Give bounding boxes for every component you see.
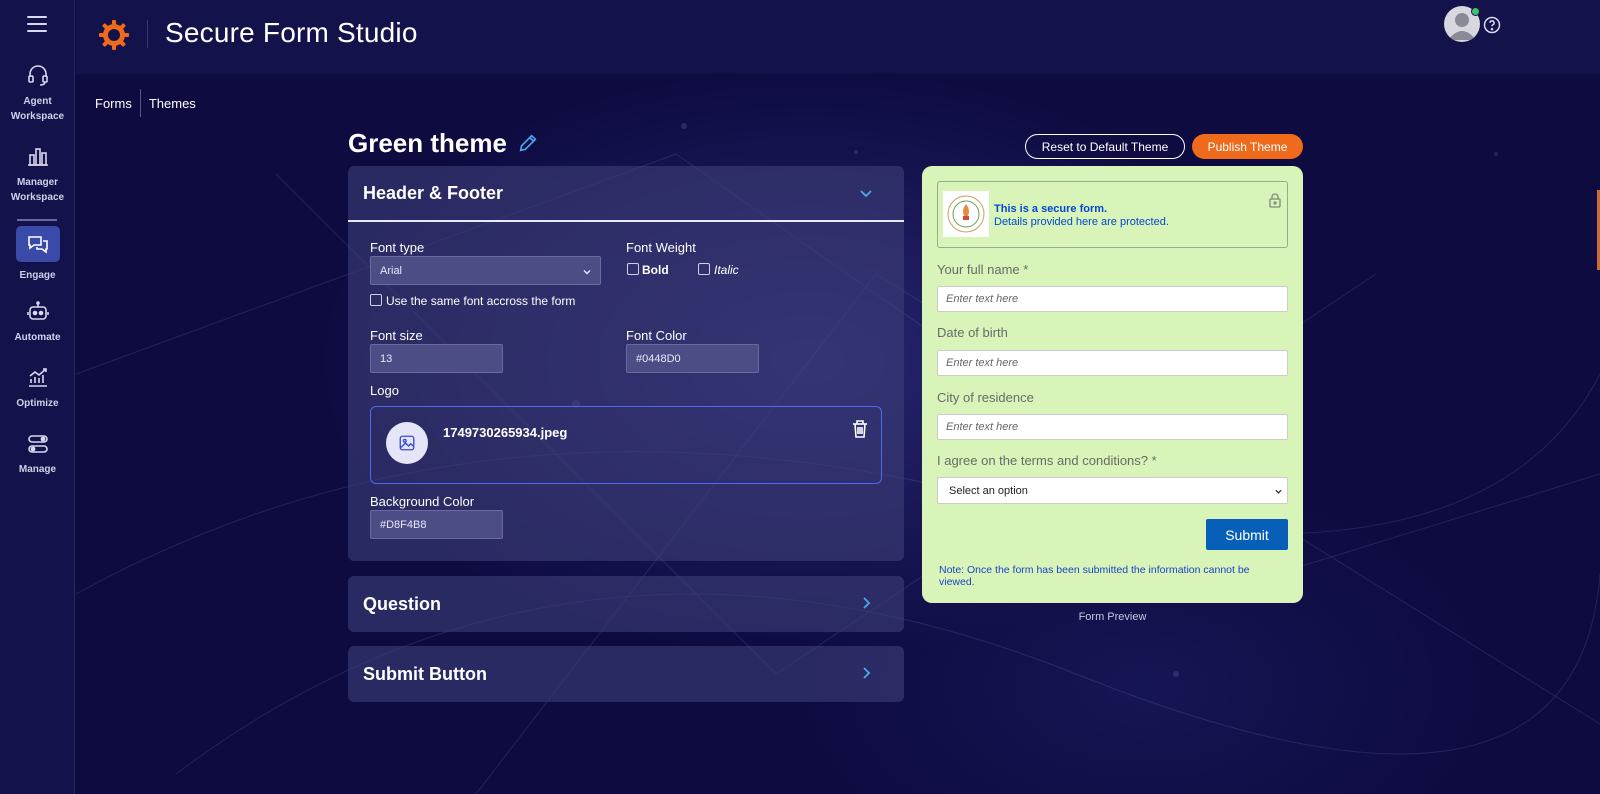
form-preview: This is a secure form. Details provided … [922, 166, 1303, 603]
preview-city-input[interactable]: Enter text here [937, 414, 1288, 440]
preview-select-value: Select an option [949, 484, 1028, 497]
background-color-input[interactable]: #D8F4B8 [370, 510, 503, 539]
font-color-input[interactable]: #0448D0 [626, 344, 759, 373]
image-icon [399, 435, 415, 451]
font-type-select[interactable]: Arial [370, 256, 601, 285]
breadcrumb-themes[interactable]: Themes [149, 96, 196, 111]
preview-question-terms: I agree on the terms and conditions? * [937, 453, 1157, 468]
chevron-down-icon [1275, 489, 1282, 494]
sidebar-item-manage[interactable]: Manage [0, 432, 75, 477]
lock-icon [1269, 193, 1281, 208]
preview-secure-title: This is a secure form. [994, 203, 1108, 215]
pencil-edit-icon[interactable] [517, 132, 539, 154]
logo-thumbnail [386, 422, 428, 464]
breadcrumb-separator [139, 89, 141, 117]
question-accordion-header[interactable]: Question [348, 576, 904, 632]
header-footer-accordion-header[interactable]: Header & Footer [348, 166, 904, 222]
online-status-badge [1471, 7, 1480, 16]
preview-header: This is a secure form. Details provided … [937, 181, 1288, 248]
preview-question-full-name: Your full name * [937, 262, 1029, 277]
bar-chart-icon [27, 148, 48, 166]
logo-seal-icon [947, 195, 985, 233]
submit-button-accordion-header[interactable]: Submit Button [348, 646, 904, 702]
preview-logo [943, 191, 989, 237]
hamburger-menu-icon[interactable] [27, 16, 47, 32]
italic-checkbox[interactable] [698, 263, 710, 275]
chat-bubbles-icon [27, 236, 48, 254]
same-font-checkbox[interactable] [370, 294, 382, 306]
panel-title: Header & Footer [363, 182, 504, 203]
sidebar-item-label: Manage [18, 464, 57, 475]
toggles-icon [27, 435, 48, 453]
preview-full-name-input[interactable]: Enter text here [937, 286, 1288, 312]
sidebar-item-label: Optimize [16, 398, 59, 409]
breadcrumb: Forms Themes [95, 89, 196, 117]
italic-label: Italic [714, 263, 739, 277]
font-type-value: Arial [380, 264, 403, 277]
font-color-label: Font Color [626, 328, 687, 343]
preview-question-city: City of residence [937, 390, 1034, 405]
submit-button-panel: Submit Button [348, 646, 904, 702]
panel-title: Question [363, 593, 442, 614]
chevron-down-icon [583, 270, 591, 275]
robot-icon [26, 301, 49, 320]
gear-logo-icon [99, 20, 129, 50]
trend-chart-icon [28, 368, 47, 387]
headset-icon [27, 65, 48, 86]
panel-title: Submit Button [363, 663, 487, 684]
logo-filename: 1749730265934.jpeg [443, 425, 568, 440]
sidebar-item-manager-workspace[interactable]: Manager Workspace [0, 145, 75, 205]
question-panel: Question [348, 576, 904, 632]
breadcrumb-forms[interactable]: Forms [95, 96, 132, 111]
font-type-label: Font type [370, 240, 425, 255]
same-font-label: Use the same font accross the form [386, 294, 576, 308]
preview-secure-subtitle: Details provided here are protected. [994, 216, 1169, 228]
nav-divider [17, 219, 57, 221]
sidebar: Agent Workspace Manager Workspace Engage… [0, 0, 75, 794]
sidebar-item-automate[interactable]: Automate [0, 300, 75, 345]
logo-separator [147, 20, 148, 48]
sidebar-item-engage[interactable]: Engage [0, 226, 75, 283]
publish-theme-button[interactable]: Publish Theme [1192, 134, 1303, 159]
trash-icon[interactable] [851, 419, 869, 439]
page-title: Green theme [348, 128, 507, 158]
preview-dob-input[interactable]: Enter text here [937, 350, 1288, 376]
bold-checkbox[interactable] [627, 263, 639, 275]
sidebar-item-optimize[interactable]: Optimize [0, 366, 75, 411]
top-header: Secure Form Studio [76, 0, 1600, 74]
font-size-input[interactable]: 13 [370, 344, 503, 373]
background-color-label: Background Color [370, 494, 475, 509]
font-size-label: Font size [370, 328, 423, 343]
sidebar-item-label: Automate [14, 332, 61, 343]
chevron-right-icon [863, 597, 871, 609]
chevron-down-icon [860, 190, 872, 198]
header-footer-panel: Header & Footer Font type Arial Use the … [348, 166, 904, 561]
sidebar-item-agent-workspace[interactable]: Agent Workspace [0, 64, 75, 124]
preview-terms-select[interactable]: Select an option [937, 477, 1288, 504]
chevron-right-icon [863, 667, 871, 679]
preview-submit-button[interactable]: Submit [1206, 519, 1288, 550]
sidebar-item-label: Agent Workspace [10, 96, 65, 122]
logo-label: Logo [370, 383, 399, 398]
logo-upload-box[interactable]: 1749730265934.jpeg [370, 406, 882, 484]
preview-note: Note: Once the form has been submitted t… [939, 564, 1250, 588]
reset-theme-button[interactable]: Reset to Default Theme [1025, 134, 1185, 159]
sidebar-item-label: Manager Workspace [10, 177, 65, 203]
preview-question-dob: Date of birth [937, 325, 1008, 340]
form-preview-caption: Form Preview [1078, 611, 1147, 623]
bold-label: Bold [642, 263, 669, 277]
font-weight-label: Font Weight [626, 240, 696, 255]
help-icon[interactable] [1482, 15, 1502, 35]
sidebar-item-label: Engage [19, 270, 56, 281]
app-title: Secure Form Studio [165, 17, 418, 48]
